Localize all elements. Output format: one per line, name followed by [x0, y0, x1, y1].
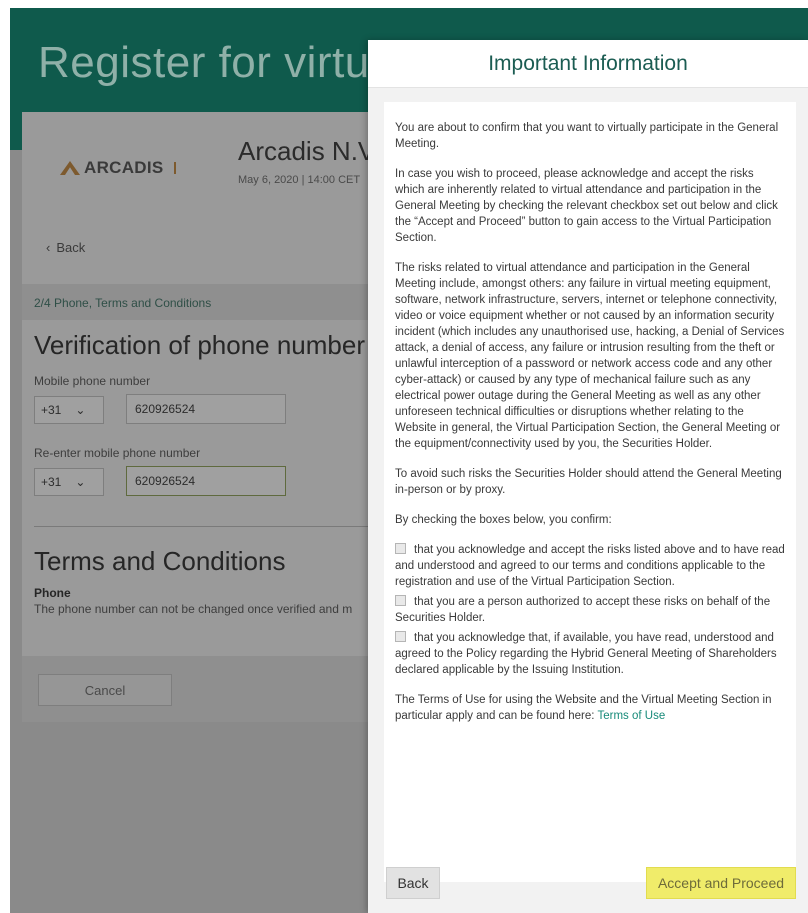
- company-name: Arcadis N.V.: [238, 136, 381, 166]
- logo-tagline: [173, 162, 218, 174]
- modal-header: Important Information: [368, 40, 808, 88]
- authorized-checkbox[interactable]: [395, 595, 406, 606]
- checkbox-label-risks: that you acknowledge and accept the risk…: [395, 544, 785, 588]
- reenter-phone-label: Re-enter mobile phone number: [34, 446, 201, 460]
- company-logo: ARCADIS: [60, 158, 218, 178]
- chevron-left-icon: ‹: [46, 240, 51, 255]
- country-code-value-2: +31: [41, 475, 62, 489]
- terms-of-use-paragraph: The Terms of Use for using the Website a…: [395, 692, 786, 724]
- terms-of-use-link[interactable]: Terms of Use: [597, 710, 665, 722]
- terms-heading: Terms and Conditions: [34, 546, 286, 576]
- country-code-select-2[interactable]: +31 ⌄: [34, 468, 104, 496]
- checkbox-label-authorized: that you are a person authorized to acce…: [395, 596, 771, 624]
- back-link[interactable]: ‹ Back: [46, 240, 85, 255]
- accept-and-proceed-button[interactable]: Accept and Proceed: [646, 867, 796, 899]
- mobile-phone-label: Mobile phone number: [34, 374, 151, 388]
- chevron-down-icon: ⌄: [75, 403, 86, 417]
- checkbox-row-authorized: that you are a person authorized to acce…: [395, 594, 786, 626]
- reenter-phone-input[interactable]: 620926524: [126, 466, 286, 496]
- modal-title: Important Information: [488, 51, 688, 75]
- mobile-phone-input[interactable]: 620926524: [126, 394, 286, 424]
- checkbox-row-policy: that you acknowledge that, if available,…: [395, 630, 786, 678]
- country-code-value: +31: [41, 403, 62, 417]
- step-label: 2/4 Phone, Terms and Conditions: [34, 296, 212, 310]
- meeting-date: May 6, 2020 | 14:00 CET: [238, 174, 361, 186]
- country-code-select[interactable]: +31 ⌄: [34, 396, 104, 424]
- page-title: Register for virtu: [38, 38, 370, 87]
- phone-note: The phone number can not be changed once…: [34, 602, 353, 616]
- checkbox-label-policy: that you acknowledge that, if available,…: [395, 632, 777, 676]
- modal-body: You are about to confirm that you want t…: [384, 102, 796, 882]
- arcadis-logo-icon: [60, 161, 80, 175]
- verify-heading: Verification of phone number: [34, 330, 365, 360]
- checkbox-row-risks: that you acknowledge and accept the risk…: [395, 542, 786, 590]
- important-information-modal: Important Information You are about to c…: [368, 40, 808, 913]
- back-link-label: Back: [56, 240, 86, 255]
- intro-paragraph: You are about to confirm that you want t…: [395, 122, 779, 150]
- phone-sub-label: Phone: [34, 586, 71, 600]
- risks-checkbox[interactable]: [395, 543, 406, 554]
- modal-back-button[interactable]: Back: [386, 867, 440, 899]
- logo-text: ARCADIS: [84, 158, 164, 177]
- chevron-down-icon: ⌄: [75, 475, 86, 489]
- modal-footer: Back Accept and Proceed: [368, 860, 808, 913]
- avoid-risks-paragraph: To avoid such risks the Securities Holde…: [395, 468, 782, 496]
- policy-checkbox[interactable]: [395, 631, 406, 642]
- terms-of-use-text: The Terms of Use for using the Website a…: [395, 694, 772, 722]
- cancel-button[interactable]: Cancel: [38, 674, 172, 706]
- confirm-paragraph: By checking the boxes below, you confirm…: [395, 514, 612, 526]
- risks-paragraph: The risks related to virtual attendance …: [395, 262, 785, 450]
- screen: Register for virtu ARCADIS Arcadis N.V. …: [0, 0, 808, 913]
- proceed-paragraph: In case you wish to proceed, please ackn…: [395, 168, 778, 244]
